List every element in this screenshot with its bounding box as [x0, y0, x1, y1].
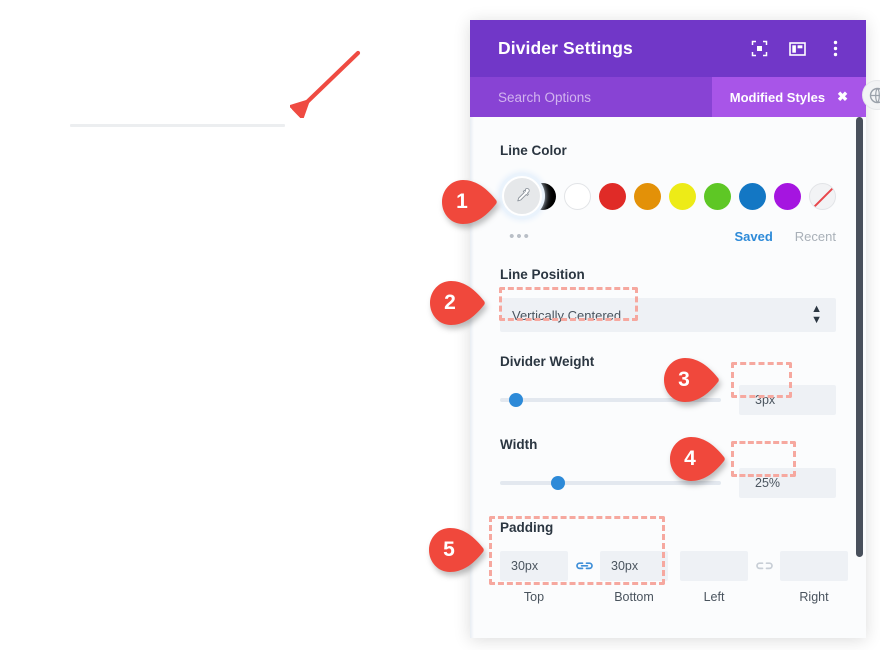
close-icon[interactable]: ✖: [837, 89, 848, 105]
annotation-badge-3-number: 3: [678, 368, 690, 391]
swatch-red[interactable]: [599, 182, 626, 210]
chevron-updown-icon: ▲ ▼: [811, 303, 822, 326]
eyedropper-button[interactable]: [502, 176, 542, 216]
more-options-icon[interactable]: •••: [498, 228, 542, 245]
padding-top-field: 30px Top: [500, 551, 568, 604]
screenshot-root: Divider Settings Search Options Modified…: [0, 0, 880, 650]
width-input[interactable]: 25%: [739, 468, 836, 498]
color-tabs: Saved Recent: [734, 229, 836, 244]
padding-group: Padding 30px Top 30px Bottom Left Right: [500, 520, 848, 604]
link-chain-icon-horizontal[interactable]: [748, 551, 780, 581]
slider-knob[interactable]: [508, 393, 523, 407]
annotation-badge-3: 3: [663, 358, 721, 402]
padding-left-caption: Left: [703, 590, 725, 604]
eyedropper-icon: [517, 188, 530, 202]
line-position-group: Line Position Vertically Centered ▲ ▼: [500, 267, 836, 332]
swatch-blue[interactable]: [739, 182, 766, 210]
padding-top-caption: Top: [523, 590, 545, 604]
annotation-badge-2: 2: [429, 281, 487, 325]
annotation-badge-1: 1: [441, 180, 499, 224]
annotation-badge-2-number: 2: [444, 291, 456, 314]
more-vertical-icon[interactable]: [826, 40, 844, 58]
padding-right-caption: Right: [799, 590, 829, 604]
layout-columns-icon[interactable]: [788, 40, 806, 58]
swatches: [529, 182, 836, 210]
modified-styles-badge[interactable]: Modified Styles ✖: [711, 77, 866, 117]
page-canvas: [0, 0, 470, 650]
line-color-group: Line Color ••• Saved Recent: [500, 143, 836, 245]
padding-bottom-field: 30px Bottom: [600, 551, 668, 604]
padding-vertical-pair: 30px Top 30px Bottom: [500, 551, 668, 604]
padding-left-input[interactable]: [680, 551, 748, 581]
divider-weight-input[interactable]: 3px: [739, 385, 836, 415]
fullscreen-icon[interactable]: [750, 40, 768, 58]
eyedropper-wrap: [500, 174, 542, 218]
padding-bottom-caption: Bottom: [614, 590, 654, 604]
line-position-select[interactable]: Vertically Centered ▲ ▼: [500, 298, 836, 332]
annotation-badge-4-number: 4: [684, 447, 696, 470]
tab-recent[interactable]: Recent: [795, 229, 836, 244]
slider-knob[interactable]: [550, 476, 565, 490]
swatch-none[interactable]: [809, 182, 836, 210]
swatch-yellow[interactable]: [669, 182, 696, 210]
modified-styles-label: Modified Styles: [729, 89, 826, 105]
annotation-badge-5-number: 5: [443, 538, 455, 561]
width-label: Width: [500, 437, 538, 452]
padding-label: Padding: [500, 520, 554, 535]
panel-header-actions: [750, 40, 852, 58]
annotation-badge-1-number: 1: [456, 190, 468, 213]
padding-bottom-input[interactable]: 30px: [600, 551, 668, 581]
annotation-badge-5: 5: [428, 528, 486, 572]
swatch-green[interactable]: [704, 182, 731, 210]
line-position-value: Vertically Centered: [512, 307, 622, 323]
padding-left-field: Left: [680, 551, 748, 604]
page-title: Divider Settings: [498, 38, 633, 58]
padding-row: 30px Top 30px Bottom Left Right: [500, 551, 848, 604]
width-group: Width 25%: [500, 437, 836, 498]
panel-scrollbar[interactable]: [856, 117, 863, 557]
swatch-white[interactable]: [564, 182, 591, 210]
annotation-arrow: [290, 50, 361, 118]
divider-settings-panel: Divider Settings Search Options Modified…: [470, 20, 866, 638]
swatch-purple[interactable]: [774, 182, 801, 210]
padding-right-input[interactable]: [780, 551, 848, 581]
padding-right-field: Right: [780, 551, 848, 604]
link-chain-icon-vertical[interactable]: [568, 551, 600, 581]
line-position-label: Line Position: [500, 267, 585, 282]
swatch-orange[interactable]: [634, 182, 661, 210]
padding-horizontal-pair: Left Right: [680, 551, 848, 604]
padding-top-input[interactable]: 30px: [500, 551, 568, 581]
color-swatch-row: [500, 174, 836, 218]
color-subrow: ••• Saved Recent: [500, 228, 836, 245]
line-color-label: Line Color: [500, 143, 567, 158]
search-bar[interactable]: Search Options Modified Styles ✖: [470, 77, 866, 117]
divider-line-preview: [70, 124, 285, 127]
search-input[interactable]: Search Options: [498, 90, 591, 105]
tab-saved[interactable]: Saved: [734, 229, 772, 244]
annotation-badge-4: 4: [669, 437, 727, 481]
slider-track: [500, 481, 721, 485]
width-row: 25%: [500, 468, 836, 498]
panel-header: Divider Settings: [470, 20, 866, 77]
